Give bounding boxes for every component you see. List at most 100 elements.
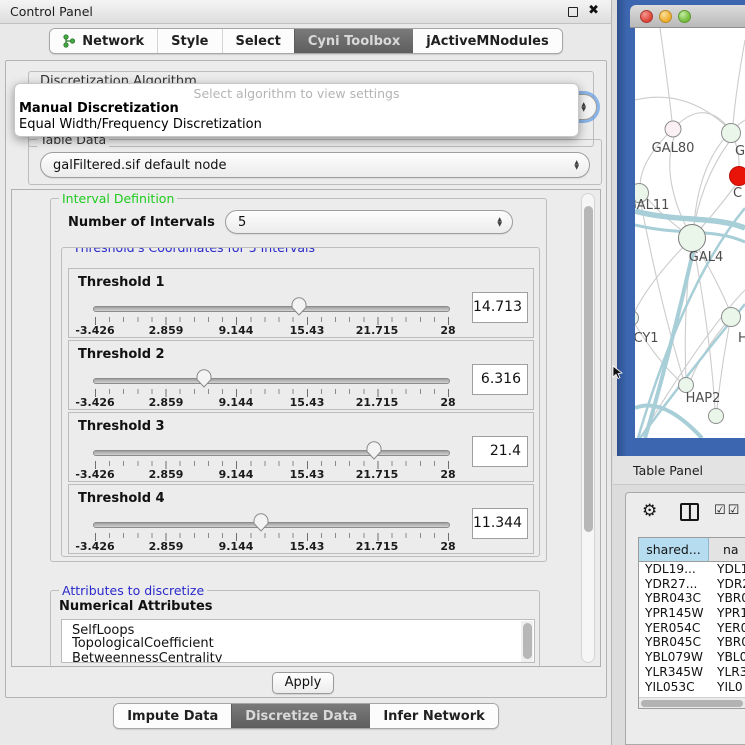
cell[interactable]: YER054C xyxy=(639,621,709,636)
column-layout-icon[interactable] xyxy=(680,503,699,521)
list-scrollbar-thumb[interactable] xyxy=(523,623,532,659)
tick-label: 2.859 xyxy=(149,324,184,337)
zoom-traffic-light-icon[interactable] xyxy=(678,10,691,23)
network-canvas[interactable]: GAL80 GA C GAL11 GAL4 GCY1 H HAP2 xyxy=(635,28,745,438)
screen: Control Panel ✖ Network Style Select C xyxy=(0,0,745,745)
dropdown-option-equal-width[interactable]: Equal Width/Frequency Discretization xyxy=(15,117,578,133)
threshold-4-value-field[interactable]: 11.344 xyxy=(472,508,528,539)
bottom-tabgroup: Impute Data Discretize Data Infer Networ… xyxy=(113,703,499,729)
cell[interactable]: YLR3 xyxy=(709,665,745,680)
list-item[interactable]: TopologicalCoefficient xyxy=(62,636,534,652)
column-header-name[interactable]: na xyxy=(709,538,745,561)
tab-infer-network-label: Infer Network xyxy=(383,709,484,724)
threshold-2-slider-thumb[interactable] xyxy=(196,369,212,388)
tick-label: 21.715 xyxy=(356,396,398,409)
close-icon[interactable]: ✖ xyxy=(588,3,599,18)
minimize-traffic-light-icon[interactable] xyxy=(659,10,672,23)
cell[interactable]: YBL0 xyxy=(709,650,745,665)
node-gal80[interactable] xyxy=(665,121,681,137)
cell[interactable]: YBR0 xyxy=(709,591,745,606)
cell[interactable]: YPR145W xyxy=(639,606,709,621)
list-item[interactable]: SelfLoops xyxy=(62,620,534,636)
tick-label: -3.426 xyxy=(75,540,114,553)
cell[interactable]: YDR27... xyxy=(639,577,709,592)
threshold-3-label: Threshold 3 xyxy=(78,419,165,434)
tab-discretize-data[interactable]: Discretize Data xyxy=(231,704,370,728)
tab-style[interactable]: Style xyxy=(157,29,221,53)
gear-icon[interactable]: ⚙ xyxy=(642,501,657,521)
cell[interactable]: YBR043C xyxy=(639,591,709,606)
node-gcy1[interactable] xyxy=(635,311,639,326)
tab-impute-data[interactable]: Impute Data xyxy=(114,704,231,728)
table-row[interactable]: YBR043CYBR0 xyxy=(639,591,745,606)
tab-jactivemnodules-label: jActiveMNodules xyxy=(426,34,549,49)
top-tabbar: Network Style Select Cyni Toolbox jActiv… xyxy=(0,28,612,54)
node-selected-red[interactable] xyxy=(730,167,745,186)
tick-label: 9.144 xyxy=(219,396,254,409)
table-row[interactable]: YPR145WYPR1 xyxy=(639,606,745,621)
table-row[interactable]: YDL19...YDL1 xyxy=(639,562,745,577)
node-ga[interactable] xyxy=(722,124,741,143)
horizontal-scrollbar[interactable] xyxy=(639,697,745,708)
apply-button[interactable]: Apply xyxy=(272,672,334,694)
cell[interactable]: YIL0 xyxy=(709,680,745,695)
table-data-group: Table Data galFiltered.sif default node … xyxy=(28,139,602,185)
table-panel: ⚙ ☑☑ shared... na YDL19...YDL1 YDR27...Y… xyxy=(625,492,745,745)
control-panel-title: Control Panel xyxy=(10,4,93,19)
combo-stepper-icon: ▲▼ xyxy=(574,160,579,170)
threshold-4-slider-thumb[interactable] xyxy=(253,513,269,532)
table-row[interactable]: YDR27...YDR2 xyxy=(639,577,745,592)
horizontal-scrollbar-thumb[interactable] xyxy=(641,700,743,707)
table-row[interactable]: YIL053CYIL0 xyxy=(639,680,745,695)
network-graph: GAL80 GA C GAL11 GAL4 GCY1 H HAP2 xyxy=(635,28,745,438)
node-h[interactable] xyxy=(722,308,741,327)
table-row[interactable]: YBR045CYBR0 xyxy=(639,635,745,650)
cell[interactable]: YBL079W xyxy=(639,650,709,665)
tab-select[interactable]: Select xyxy=(222,29,294,53)
list-item[interactable]: BetweennessCentrality xyxy=(62,651,534,663)
dropdown-option-manual[interactable]: Manual Discretization xyxy=(15,101,578,117)
number-of-intervals-combobox[interactable]: 5 ▲▼ xyxy=(225,210,513,234)
table-row[interactable]: YBL079WYBL0 xyxy=(639,650,745,665)
threshold-3-value-field[interactable]: 21.4 xyxy=(472,436,528,467)
table-panel-title: Table Panel xyxy=(633,463,703,478)
table-body: YDL19...YDL1 YDR27...YDR2 YBR043CYBR0 YP… xyxy=(639,562,745,695)
attributes-group-title: Attributes to discretize xyxy=(59,583,207,598)
cell[interactable]: YLR345W xyxy=(639,665,709,680)
threshold-1-value-field[interactable]: 14.713 xyxy=(472,292,528,323)
node-bottom[interactable] xyxy=(709,409,724,424)
control-panel: Control Panel ✖ Network Style Select C xyxy=(0,0,612,745)
threshold-1-slider-thumb[interactable] xyxy=(291,297,307,316)
table-row[interactable]: YER054CYER0 xyxy=(639,621,745,636)
column-header-shared-name[interactable]: shared... xyxy=(639,538,709,561)
number-of-intervals-value: 5 xyxy=(238,215,246,230)
tab-network[interactable]: Network xyxy=(50,29,157,53)
select-columns-icon[interactable]: ☑☑ xyxy=(714,503,741,518)
close-traffic-light-icon[interactable] xyxy=(640,10,653,23)
cell[interactable]: YIL053C xyxy=(639,680,709,695)
float-window-icon[interactable] xyxy=(568,7,578,17)
table-row[interactable]: YLR345WYLR3 xyxy=(639,665,745,680)
network-window-titlebar[interactable] xyxy=(630,5,745,28)
tab-jactivemnodules[interactable]: jActiveMNodules xyxy=(413,29,562,53)
list-scrollbar[interactable] xyxy=(521,621,533,662)
cell[interactable]: YPR1 xyxy=(709,606,745,621)
cell[interactable]: YDR2 xyxy=(709,577,745,592)
cell[interactable]: YDL19... xyxy=(639,562,709,577)
cell[interactable]: YDL1 xyxy=(709,562,745,577)
tab-cyni-toolbox[interactable]: Cyni Toolbox xyxy=(294,29,413,53)
cell[interactable]: YBR045C xyxy=(639,635,709,650)
node-gal4[interactable] xyxy=(679,225,706,252)
threshold-3-slider-thumb[interactable] xyxy=(366,441,382,460)
tick-label: 9.144 xyxy=(219,324,254,337)
tick-label: -3.426 xyxy=(75,468,114,481)
tick-label: 28 xyxy=(440,396,455,409)
vertical-scrollbar[interactable] xyxy=(581,193,595,663)
top-tabgroup: Network Style Select Cyni Toolbox jActiv… xyxy=(49,28,562,54)
tab-infer-network[interactable]: Infer Network xyxy=(370,704,497,728)
threshold-2-value-field[interactable]: 6.316 xyxy=(472,364,528,395)
cell[interactable]: YER0 xyxy=(709,621,745,636)
cell[interactable]: YBR0 xyxy=(709,635,745,650)
vertical-scrollbar-thumb[interactable] xyxy=(584,206,593,532)
table-data-combobox[interactable]: galFiltered.sif default node ▲▼ xyxy=(40,152,590,178)
